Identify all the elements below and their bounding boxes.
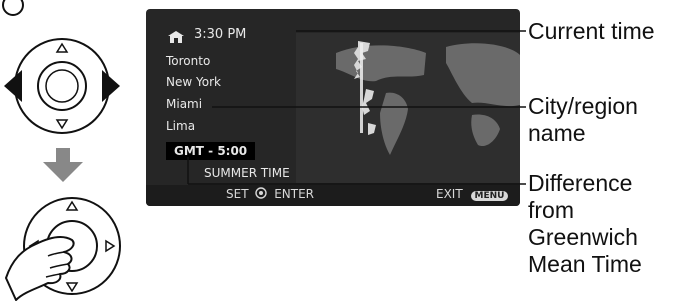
arrow-down-icon — [43, 148, 83, 187]
world-map-graphic — [296, 33, 520, 183]
callout-city-region: City/region name — [528, 93, 638, 146]
gmt-offset-text: GMT - 5:00 — [166, 142, 256, 160]
set-enter-hint: SET ENTER — [226, 187, 314, 202]
callout-current-time: Current time — [528, 18, 655, 44]
joystick-press-icon — [2, 188, 132, 305]
home-icon — [168, 28, 184, 47]
joystick-left-right-icon — [2, 26, 122, 146]
city-miami: Miami — [166, 97, 203, 111]
callout-gmt-difference: Difference from Greenwich Mean Time — [528, 170, 642, 277]
summer-time-text: SUMMER TIME — [204, 166, 290, 180]
camera-lcd-screen: 3:30 PM Toronto New York Miami Lima GMT … — [146, 9, 520, 206]
city-toronto: Toronto — [166, 54, 211, 68]
top-instruction-line — [0, 0, 30, 17]
step-circle-icon — [2, 0, 24, 17]
menu-button-icon: MENU — [470, 191, 509, 201]
current-time-text: 3:30 PM — [194, 27, 247, 42]
exit-hint: EXIT MENU — [436, 187, 509, 201]
set-joystick-icon — [254, 187, 268, 202]
city-lima: Lima — [166, 119, 196, 133]
city-new-york: New York — [166, 75, 221, 89]
